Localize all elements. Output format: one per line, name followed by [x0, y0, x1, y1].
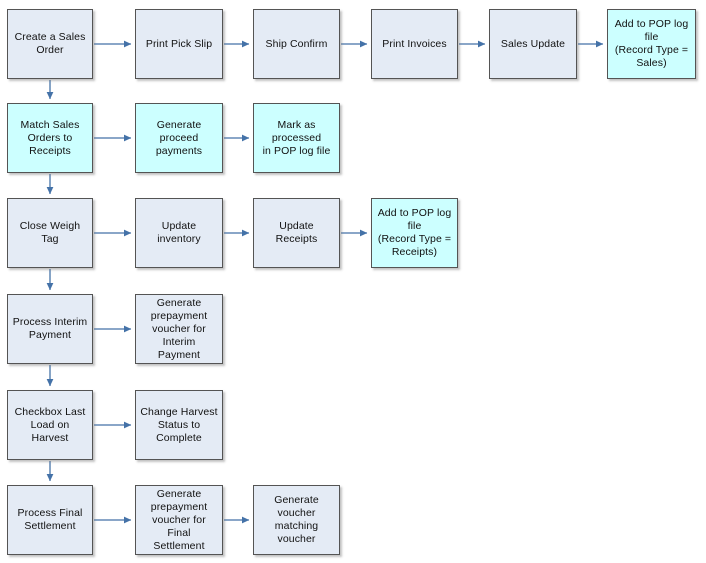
process-node-n20[interactable]: Generate voucher matching voucher — [253, 485, 340, 555]
process-node-label: Sales Update — [500, 37, 566, 50]
connector-layer — [46, 40, 604, 524]
process-node-label: Update Receipts — [275, 220, 318, 245]
process-node-label: Print Pick Slip — [145, 37, 213, 50]
process-node-n5[interactable]: Sales Update — [489, 9, 577, 79]
process-node-label: Generate proceed payments — [155, 118, 203, 157]
process-node-label: Create a Sales Order — [14, 31, 86, 56]
process-node-n13[interactable]: Add to POP log file (Record Type = Recei… — [371, 198, 458, 268]
process-node-n1[interactable]: Create a Sales Order — [7, 9, 93, 79]
process-node-n17[interactable]: Change Harvest Status to Complete — [135, 390, 223, 460]
process-node-label: Ship Confirm — [265, 37, 328, 50]
process-node-label: Print Invoices — [382, 37, 447, 50]
process-node-n11[interactable]: Update inventory — [135, 198, 223, 268]
process-node-n12[interactable]: Update Receipts — [253, 198, 340, 268]
process-node-label: Process Interim Payment — [12, 316, 88, 341]
process-node-n16[interactable]: Checkbox Last Load on Harvest — [7, 390, 93, 460]
process-node-n19[interactable]: Generate prepayment voucher for Final Se… — [135, 485, 223, 555]
process-node-n9[interactable]: Mark as processed in POP log file — [253, 103, 340, 173]
process-node-label: Add to POP log file (Record Type = Sales… — [614, 18, 689, 69]
process-node-label: Mark as processed in POP log file — [262, 118, 331, 157]
process-node-n15[interactable]: Generate prepayment voucher for Interim … — [135, 294, 223, 364]
process-node-label: Checkbox Last Load on Harvest — [14, 405, 86, 444]
process-node-label: Generate prepayment voucher for Interim … — [150, 296, 208, 361]
process-node-label: Generate prepayment voucher for Final Se… — [150, 487, 208, 552]
process-node-label: Process Final Settlement — [17, 507, 83, 532]
process-node-n3[interactable]: Ship Confirm — [253, 9, 340, 79]
process-node-n4[interactable]: Print Invoices — [371, 9, 458, 79]
process-node-n18[interactable]: Process Final Settlement — [7, 485, 93, 555]
process-node-label: Add to POP log file (Record Type = Recei… — [377, 207, 452, 258]
process-node-label: Change Harvest Status to Complete — [140, 405, 218, 444]
process-node-n14[interactable]: Process Interim Payment — [7, 294, 93, 364]
flowchart-canvas: Create a Sales Order Print Pick Slip Ship … — [0, 0, 706, 563]
process-node-n7[interactable]: Match Sales Orders to Receipts — [7, 103, 93, 173]
process-node-label: Generate voucher matching voucher — [274, 494, 319, 545]
process-node-n10[interactable]: Close Weigh Tag — [7, 198, 93, 268]
process-node-label: Update inventory — [157, 220, 201, 245]
process-node-n8[interactable]: Generate proceed payments — [135, 103, 223, 173]
process-node-label: Close Weigh Tag — [19, 220, 81, 245]
process-node-n2[interactable]: Print Pick Slip — [135, 9, 223, 79]
process-node-n6[interactable]: Add to POP log file (Record Type = Sales… — [607, 9, 696, 79]
process-node-label: Match Sales Orders to Receipts — [20, 118, 80, 157]
